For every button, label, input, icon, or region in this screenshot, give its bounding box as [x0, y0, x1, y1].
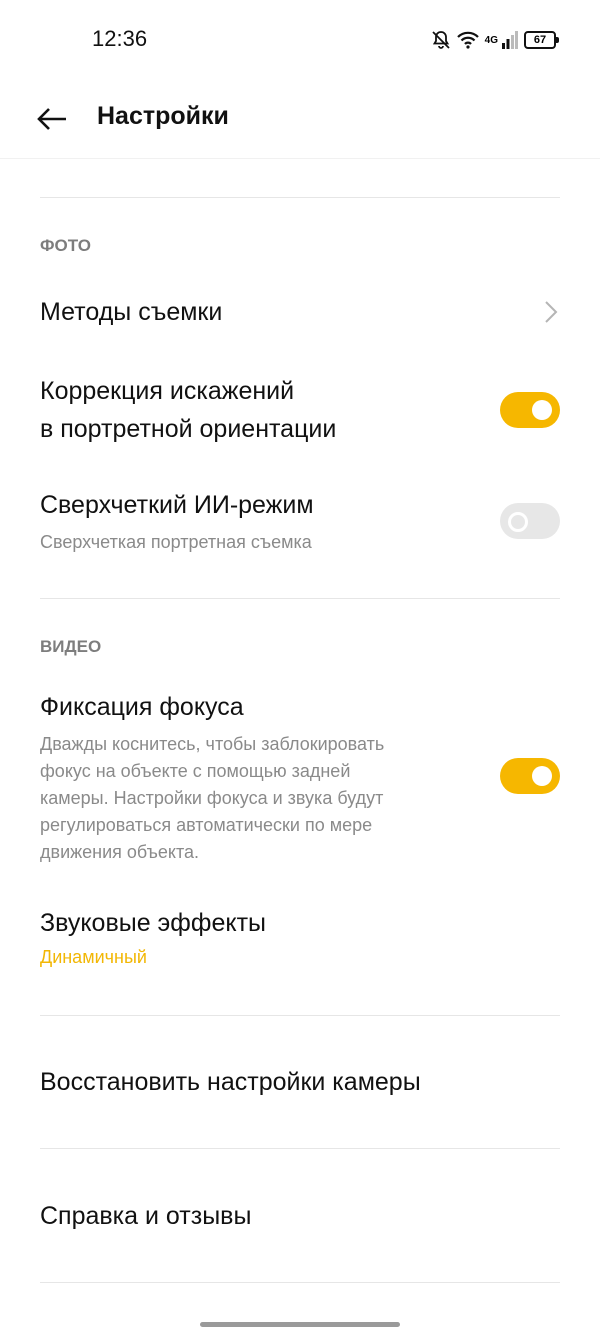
focus-lock-title: Фиксация фокуса	[40, 693, 244, 721]
shooting-methods-item[interactable]: Методы съемки	[0, 284, 600, 340]
divider	[40, 1148, 560, 1149]
ultra-clear-subtitle: Сверхчеткая портретная съемка	[40, 532, 312, 552]
focus-lock-desc-line1: Дважды коснитесь, чтобы заблокировать	[40, 734, 385, 754]
focus-lock-desc-line5: движения объекта.	[40, 842, 200, 862]
sound-effects-item[interactable]: Звуковые эффекты Динамичный	[0, 904, 600, 976]
chevron-right-icon	[545, 301, 558, 323]
toggle-knob	[532, 400, 552, 420]
header-divider	[0, 158, 600, 159]
ultra-clear-title: Сверхчеткий ИИ-режим	[40, 491, 314, 519]
section-photo-label: ФОТО	[40, 236, 91, 255]
page-title: Настройки	[97, 102, 229, 130]
divider	[40, 197, 560, 198]
restore-settings-item[interactable]: Восстановить настройки камеры	[0, 1063, 600, 1105]
network-type: 4G	[484, 34, 498, 46]
help-feedback-title: Справка и отзывы	[40, 1202, 252, 1230]
section-video-label: ВИДЕО	[40, 637, 102, 656]
signal-icon	[502, 31, 518, 49]
focus-lock-desc-line2: фокус на объекте с помощью задней	[40, 761, 351, 781]
bell-off-icon	[432, 31, 450, 49]
divider	[40, 1015, 560, 1016]
divider	[40, 1282, 560, 1283]
distortion-correction-title-line1: Коррекция искажений	[40, 377, 295, 405]
status-time: 12:36	[92, 26, 148, 51]
restore-settings-title: Восстановить настройки камеры	[40, 1068, 421, 1096]
focus-lock-desc-line3: камеры. Настройки фокуса и звука будут	[40, 788, 384, 808]
focus-lock-desc-line4: регулироваться автоматически по мере	[40, 815, 373, 835]
toggle-knob	[532, 766, 552, 786]
ultra-clear-toggle[interactable]	[500, 503, 560, 539]
status-icons: 4G 67	[431, 28, 559, 52]
battery-icon: 67	[524, 31, 559, 49]
divider	[40, 598, 560, 599]
shooting-methods-title: Методы съемки	[40, 298, 223, 326]
sound-effects-title: Звуковые эффекты	[40, 909, 266, 937]
home-indicator[interactable]	[200, 1322, 400, 1327]
wifi-icon	[456, 31, 479, 49]
sound-effects-value: Динамичный	[40, 947, 147, 967]
arrow-left-icon[interactable]	[36, 103, 68, 135]
toggle-knob	[508, 512, 528, 532]
distortion-correction-toggle[interactable]	[500, 392, 560, 428]
focus-lock-toggle[interactable]	[500, 758, 560, 794]
distortion-correction-title-line2: в портретной ориентации	[40, 415, 337, 443]
help-feedback-item[interactable]: Справка и отзывы	[0, 1197, 600, 1239]
